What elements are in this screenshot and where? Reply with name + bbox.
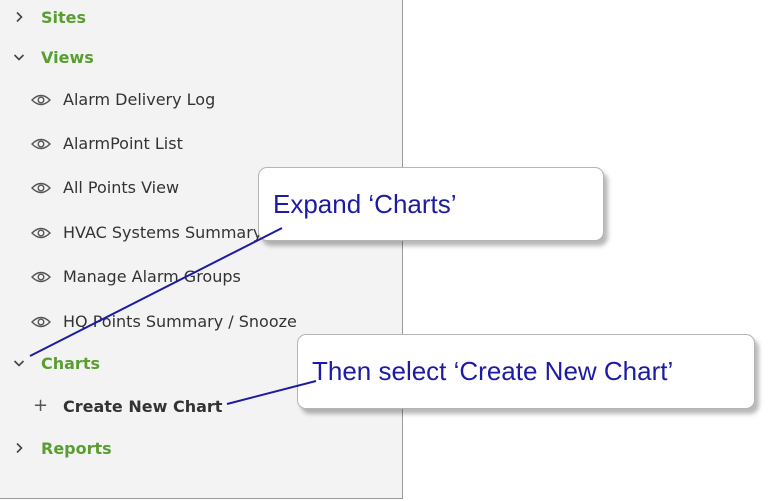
section-label: Reports — [41, 438, 112, 458]
view-item-label: All Points View — [63, 177, 180, 197]
eye-icon — [30, 269, 52, 283]
view-item-label: HVAC Systems Summary — [63, 222, 263, 242]
section-label: Charts — [41, 353, 100, 373]
chevron-right-icon[interactable] — [12, 10, 26, 24]
navigation-sidebar: Sites Views Alarm Delivery Log AlarmPoin… — [0, 0, 403, 499]
chevron-down-icon[interactable] — [12, 356, 26, 370]
view-item-label: HQ Points Summary / Snooze — [63, 311, 297, 331]
annotated-screenshot: Sites Views Alarm Delivery Log AlarmPoin… — [0, 0, 768, 501]
eye-icon — [30, 136, 52, 150]
eye-icon — [30, 92, 52, 106]
callout-text: Then select ‘Create New Chart’ — [312, 356, 674, 386]
callout-text: Expand ‘Charts’ — [273, 188, 457, 219]
view-item-label: Manage Alarm Groups — [63, 266, 241, 286]
callout-select-create-new-chart: Then select ‘Create New Chart’ — [297, 334, 755, 409]
plus-icon: + — [33, 395, 49, 416]
callout-expand-charts: Expand ‘Charts’ — [258, 167, 604, 241]
create-new-chart-label: Create New Chart — [63, 396, 223, 416]
section-label: Sites — [41, 7, 87, 27]
eye-icon — [30, 180, 52, 194]
chevron-right-icon[interactable] — [12, 441, 26, 455]
section-label: Views — [41, 47, 94, 67]
eye-icon — [30, 225, 52, 239]
view-item-label: Alarm Delivery Log — [63, 89, 216, 109]
view-item-label: AlarmPoint List — [63, 133, 183, 153]
chevron-down-icon[interactable] — [12, 50, 26, 64]
eye-icon — [30, 314, 52, 328]
